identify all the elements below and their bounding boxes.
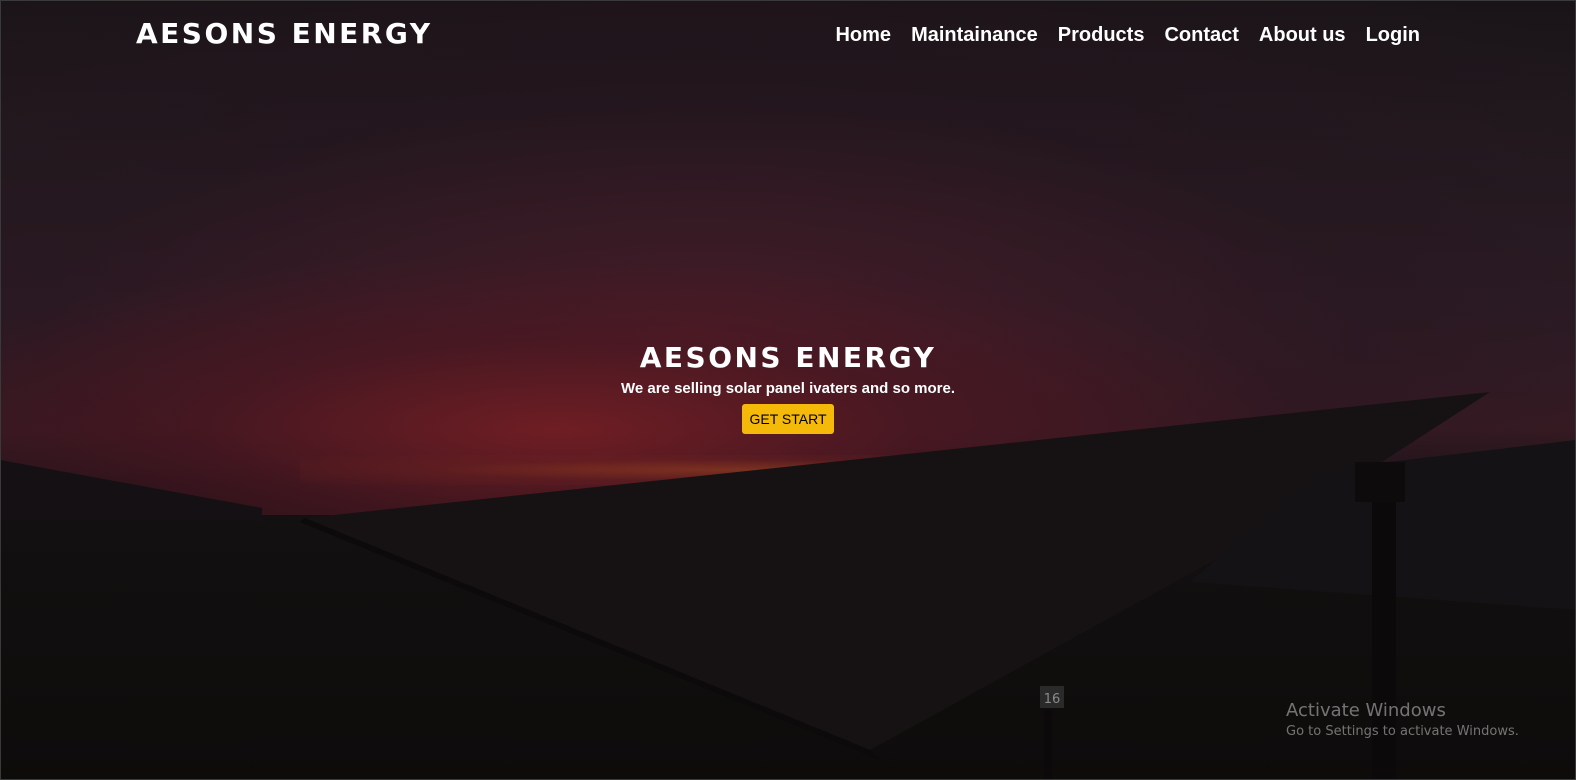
- nav-login[interactable]: Login: [1366, 23, 1420, 47]
- hero-title: AESONS ENERGY: [639, 341, 937, 374]
- windows-activation-watermark: Activate Windows Go to Settings to activ…: [1286, 700, 1519, 742]
- panel-junction-box: [1355, 462, 1405, 502]
- brand-logo[interactable]: AESONS ENERGY: [136, 17, 433, 50]
- nav-maintainance[interactable]: Maintainance: [911, 23, 1038, 47]
- page: 16 AESONS ENERGY Home Maintainance Produ…: [0, 0, 1576, 780]
- watermark-title: Activate Windows: [1286, 700, 1446, 721]
- nav-products[interactable]: Products: [1058, 23, 1145, 47]
- main-nav: Home Maintainance Products Contact About…: [815, 23, 1420, 47]
- left-panel-row: [0, 460, 262, 522]
- nav-contact[interactable]: Contact: [1164, 23, 1238, 47]
- nav-home[interactable]: Home: [835, 23, 891, 47]
- hero-subtitle: We are selling solar panel ivaters and s…: [620, 380, 956, 397]
- watermark-subtitle: Go to Settings to activate Windows.: [1286, 724, 1519, 739]
- nav-about-us[interactable]: About us: [1259, 23, 1346, 47]
- hero-section: AESONS ENERGY We are selling solar panel…: [0, 340, 1576, 434]
- site-header: AESONS ENERGY Home Maintainance Products…: [0, 0, 1576, 72]
- panel-label: 16: [1044, 692, 1061, 707]
- get-start-button[interactable]: GET START: [742, 404, 834, 434]
- label-post: [1044, 710, 1052, 780]
